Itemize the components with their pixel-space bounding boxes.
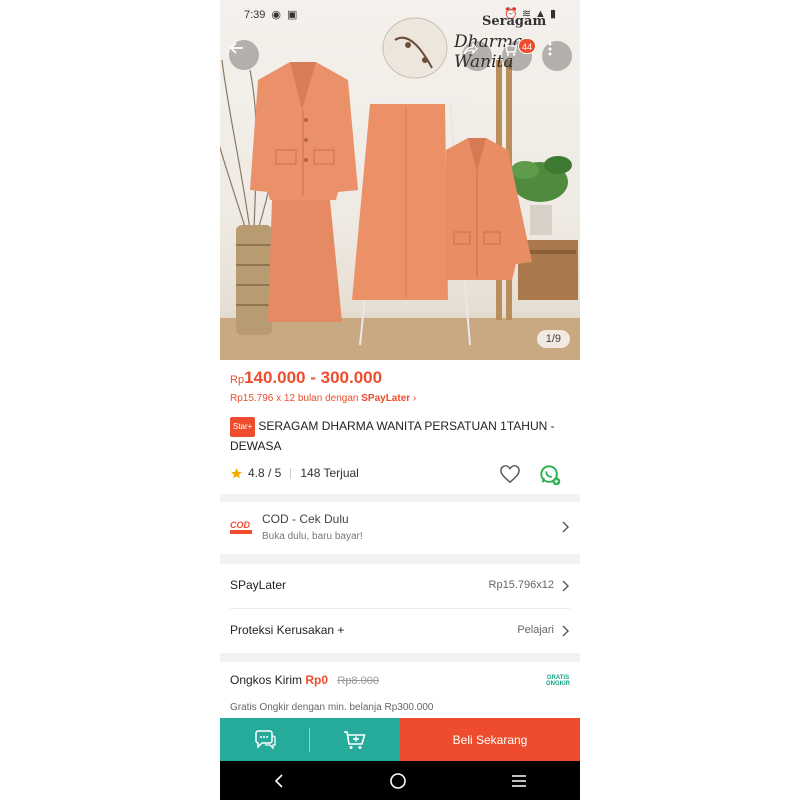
protection-row[interactable]: Proteksi Kerusakan + Pelajari — [220, 609, 580, 653]
shipping-free-price: Rp0 — [305, 673, 329, 687]
installment-chevron-icon: › — [412, 393, 417, 404]
buy-now-button[interactable]: Beli Sekarang — [400, 718, 580, 761]
section-gap — [220, 554, 580, 564]
product-title-text: SERAGAM DHARMA WANITA PERSATUAN 1TAHUN -… — [230, 419, 555, 453]
cart-count-badge: 44 — [518, 38, 537, 54]
section-gap — [220, 653, 580, 662]
battery-icon: ▮ — [549, 8, 556, 20]
back-button[interactable] — [229, 40, 259, 70]
product-info-section: Rp140.000 - 300.000 Rp15.796 x 12 bulan … — [220, 360, 580, 494]
shipping-label: Ongkos Kirim — [230, 673, 303, 687]
nav-back-icon[interactable] — [272, 773, 286, 789]
heart-icon — [500, 465, 520, 484]
image-counter: 1/9 — [536, 330, 570, 348]
cod-logo: COD — [230, 520, 252, 534]
spaylater-label: SPayLater — [230, 578, 287, 592]
favorite-button[interactable] — [499, 464, 521, 489]
whatsapp-share-button[interactable] — [539, 464, 561, 491]
add-to-cart-button[interactable] — [310, 718, 400, 761]
gallery-notification-icon: ▣ — [287, 9, 298, 21]
shipping-section[interactable]: Ongkos Kirim Rp0 Rp8.000 Gratis Ongkir d… — [220, 662, 580, 718]
product-title: Star+ SERAGAM DHARMA WANITA PERSATUAN 1TA… — [230, 417, 572, 455]
nav-home-icon[interactable] — [389, 772, 407, 790]
cart-icon — [503, 42, 518, 56]
chevron-right-icon — [562, 521, 569, 533]
price-range: 140.000 - 300.000 — [244, 368, 383, 387]
shipping-title: Ongkos Kirim Rp0 Rp8.000 — [230, 673, 379, 687]
protection-value: Pelajari — [517, 624, 554, 636]
back-arrow-icon — [229, 42, 243, 54]
more-icon — [548, 42, 552, 56]
installment-brand: SPayLater — [361, 393, 411, 404]
bottom-action-bar: Beli Sekarang — [220, 718, 580, 761]
cod-title: COD - Cek Dulu — [262, 512, 349, 526]
rating-value: 4.8 / 5 — [248, 466, 282, 480]
share-icon — [463, 42, 478, 55]
cod-subtitle: Buka dulu, baru bayar! — [262, 531, 363, 542]
add-to-cart-icon — [344, 730, 366, 749]
share-button[interactable] — [462, 41, 492, 71]
rating-row[interactable]: 4.8 / 5 148 Terjual — [230, 466, 359, 480]
rating-divider — [290, 467, 292, 479]
status-bar-left: 7:39 ◉ ▣ — [244, 8, 298, 22]
chat-button[interactable] — [220, 718, 310, 761]
nav-recents-icon[interactable] — [510, 773, 528, 789]
spaylater-row[interactable]: SPayLater Rp15.796x12 — [220, 564, 580, 608]
product-image[interactable]: 7:39 ◉ ▣ ⏰ ≋ ▲ ▮ Seragam Dharma Wanita 4… — [220, 0, 580, 360]
cod-row[interactable]: COD COD - Cek Dulu Buka dulu, baru bayar… — [220, 502, 580, 554]
spaylater-value: Rp15.796x12 — [488, 579, 554, 591]
price: Rp140.000 - 300.000 — [230, 368, 382, 388]
free-shipping-badge-line2: ONGKIR — [546, 681, 570, 687]
chevron-right-icon — [562, 625, 569, 637]
notification-icon: ◉ — [271, 9, 282, 21]
section-gap — [220, 494, 580, 502]
more-options-button[interactable] — [542, 41, 572, 71]
protection-label: Proteksi Kerusakan + — [230, 623, 345, 637]
price-currency: Rp — [230, 374, 245, 386]
status-time: 7:39 — [244, 8, 266, 21]
free-shipping-badge: GRATIS ONGKIR — [546, 675, 570, 687]
sold-count: 148 Terjual — [300, 466, 359, 480]
shipping-old-price: Rp8.000 — [337, 675, 379, 687]
system-navigation-bar — [220, 761, 580, 800]
whatsapp-icon — [540, 465, 561, 486]
cod-logo-text: COD — [230, 520, 251, 530]
chat-icon — [255, 729, 276, 750]
watermark-line-1: Seragam — [482, 14, 547, 29]
phone-screen: 7:39 ◉ ▣ ⏰ ≋ ▲ ▮ Seragam Dharma Wanita 4… — [220, 0, 580, 800]
star-plus-tag: Star+ — [230, 417, 256, 437]
star-icon — [231, 467, 242, 478]
shipping-note: Gratis Ongkir dengan min. belanja Rp300.… — [230, 702, 434, 713]
installment-text: Rp15.796 x 12 bulan dengan — [230, 393, 359, 404]
installment-link[interactable]: Rp15.796 x 12 bulan dengan SPayLater › — [230, 393, 416, 404]
chevron-right-icon — [562, 580, 569, 592]
